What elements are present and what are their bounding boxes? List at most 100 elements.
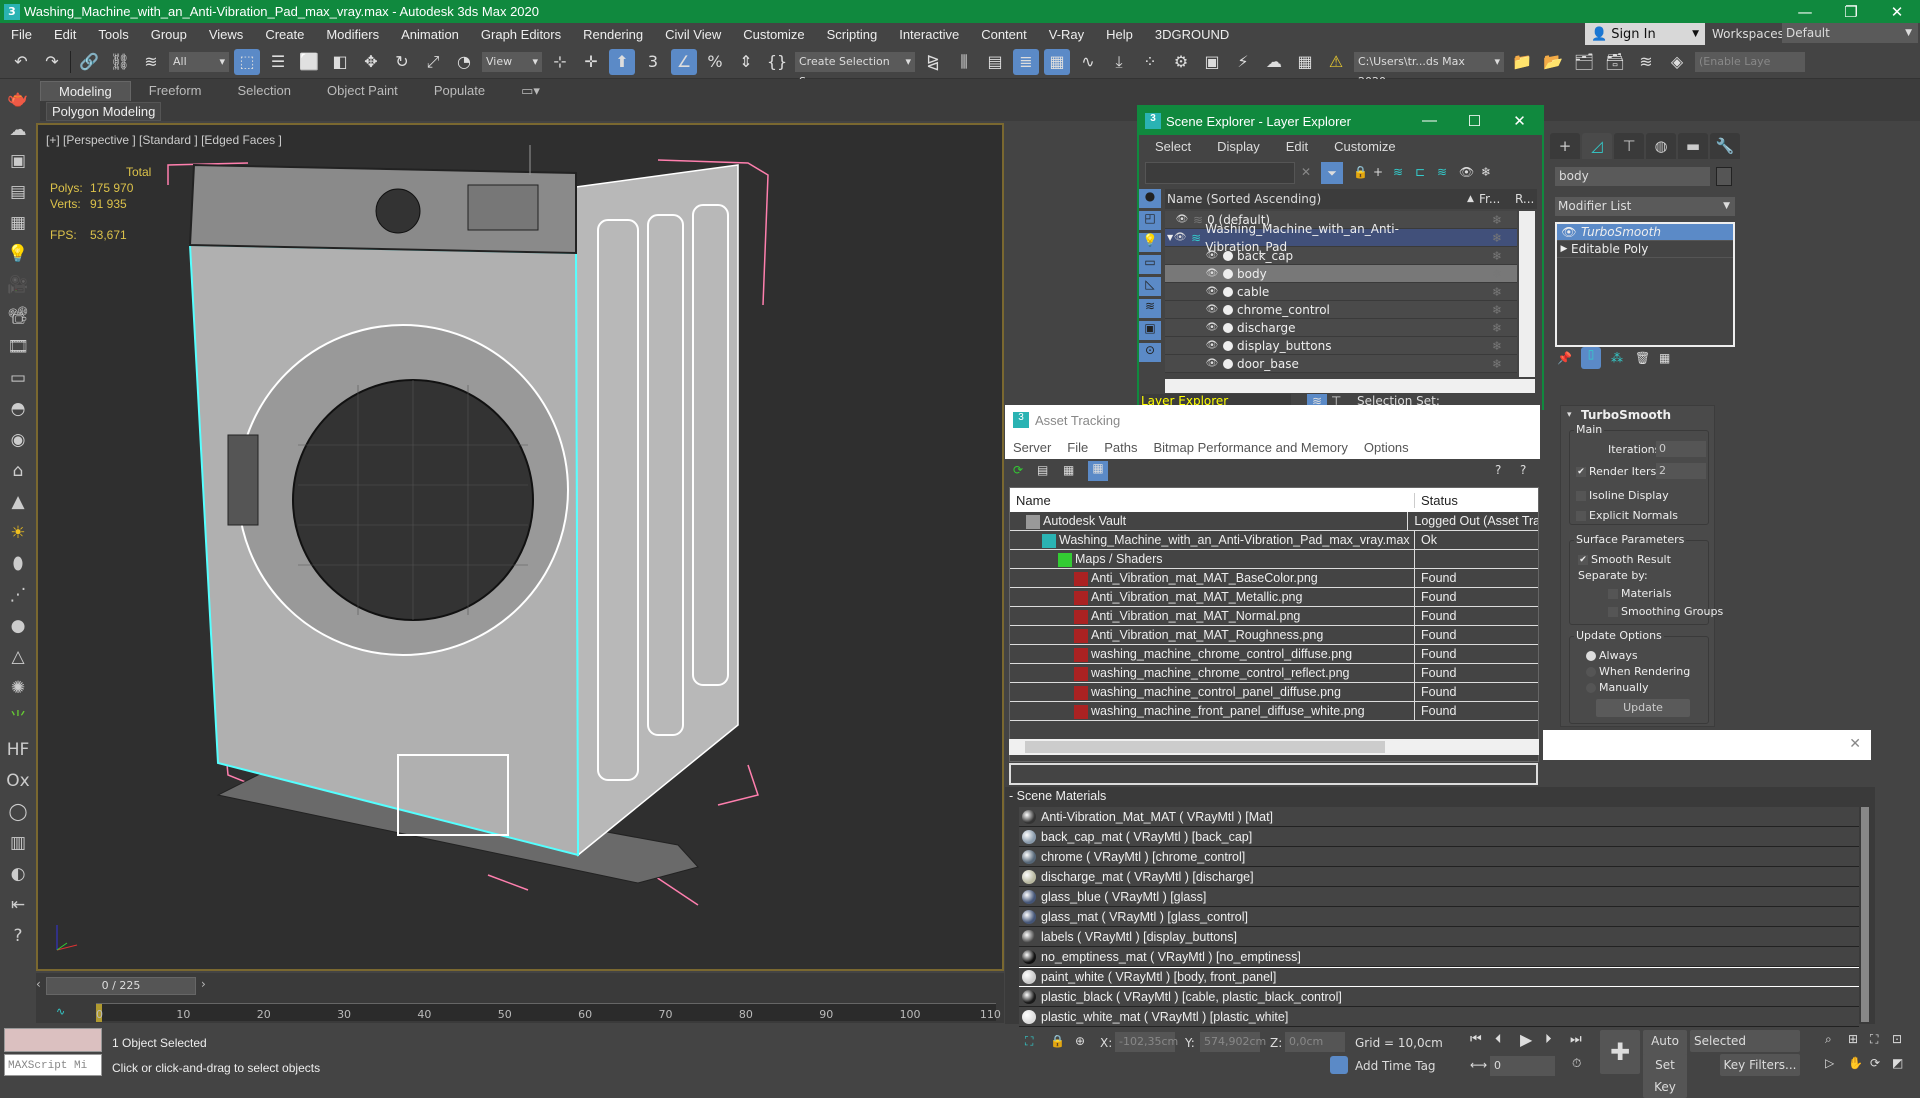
freeze-icon[interactable]: ❄ (1477, 229, 1517, 247)
close-button[interactable]: ✕ (1874, 3, 1920, 21)
proxy-icon[interactable]: △ (5, 645, 31, 669)
close-icon[interactable]: ✕ (1849, 736, 1861, 752)
selection-lock-icon[interactable]: 🔒 (1050, 1034, 1065, 1048)
maxscript-listener-output[interactable] (4, 1028, 102, 1052)
curve-editor-icon[interactable]: ∿ (1075, 49, 1101, 75)
se-menu-edit[interactable]: Edit (1270, 139, 1318, 154)
minimize-button[interactable]: — (1407, 112, 1452, 130)
status-column-header[interactable]: Status (1415, 493, 1458, 508)
hair-farm-icon[interactable]: HF (5, 738, 31, 762)
orbit-icon[interactable]: ⟳ (1870, 1056, 1880, 1070)
camera-icon[interactable]: 🎥 (5, 273, 31, 297)
menu-rendering[interactable]: Rendering (572, 27, 654, 42)
stack-item-editable-poly[interactable]: ▶ Editable Poly (1557, 241, 1733, 258)
schematic-view-icon[interactable]: ⤓ (1106, 49, 1132, 75)
ribbon-tab-populate[interactable]: Populate (416, 81, 503, 101)
visibility-eye-icon[interactable]: 👁 (1205, 319, 1219, 337)
update-button[interactable]: Update (1596, 699, 1690, 717)
pivot-center-icon[interactable]: ⊹ (547, 49, 573, 75)
menu-3dground[interactable]: 3DGROUND (1144, 27, 1240, 42)
expand-icon[interactable]: ▶ (1557, 241, 1571, 257)
x-coordinate-field[interactable]: -102,35cm (1115, 1032, 1178, 1052)
plane-icon[interactable]: ⋰ (5, 583, 31, 607)
render-iters-spinner[interactable]: 2 (1656, 463, 1706, 479)
add-time-tag[interactable]: Add Time Tag (1355, 1059, 1436, 1073)
asset-row[interactable]: Autodesk Vault Logged Out (Asset Tra (1010, 512, 1538, 531)
menu-help[interactable]: Help (1095, 27, 1144, 42)
select-place-icon[interactable]: ◔ (451, 49, 477, 75)
menu-tools[interactable]: Tools (87, 27, 139, 42)
absolute-mode-icon[interactable]: ⊕ (1075, 1034, 1085, 1048)
tree-view-icon[interactable]: ▦ (1063, 463, 1074, 477)
at-menu-server[interactable]: Server (1005, 440, 1059, 455)
asset-horizontal-scrollbar[interactable] (1009, 739, 1539, 755)
asset-row[interactable]: Anti_Vibration_mat_MAT_Normal.png Found (1010, 607, 1538, 626)
window-crossing-icon[interactable]: ◧ (327, 49, 353, 75)
snaps-toggle-icon[interactable]: 3 (640, 49, 666, 75)
camera-target-icon[interactable]: 📽 (5, 304, 31, 328)
layers-icon[interactable]: ≋ (1437, 165, 1447, 179)
freeze-icon[interactable]: ❄ (1477, 355, 1517, 373)
menu-views[interactable]: Views (198, 27, 254, 42)
spinner-snap-icon[interactable]: ⇕ (733, 49, 759, 75)
ies-light-icon[interactable]: ▲ (5, 490, 31, 514)
isolate-selection-icon[interactable]: ⛶ (1025, 1034, 1033, 1049)
visibility-eye-icon[interactable]: 👁 (1205, 265, 1219, 283)
asset-row[interactable]: washing_machine_chrome_control_reflect.p… (1010, 664, 1538, 683)
render-setup-icon[interactable]: ⚙ (1168, 49, 1194, 75)
zoom-all-icon[interactable]: ⊞ (1848, 1032, 1858, 1046)
go-to-end-icon[interactable]: ⏭ (1570, 1032, 1582, 1047)
scene-tree-row[interactable]: 👁 door_base ❄ (1165, 355, 1517, 373)
se-menu-select[interactable]: Select (1139, 139, 1201, 154)
clear-search-icon[interactable]: ✕ (1301, 165, 1311, 179)
display-helpers-icon[interactable]: ◺ (1139, 277, 1161, 296)
render-gallery-icon[interactable]: ▦ (1292, 49, 1318, 75)
rectangular-selection-icon[interactable]: ⬜ (296, 49, 322, 75)
material-row[interactable]: labels ( VRayMtl ) [display_buttons] (1019, 927, 1859, 947)
material-row[interactable]: plastic_black ( VRayMtl ) [cable, plasti… (1019, 987, 1859, 1007)
asset-row[interactable]: washing_machine_chrome_control_diffuse.p… (1010, 645, 1538, 664)
rollout-title[interactable]: TurboSmooth (1581, 408, 1671, 422)
remove-modifier-icon[interactable]: 🗑 (1635, 351, 1650, 365)
freeze-icon[interactable]: ❄ (1477, 283, 1517, 301)
hierarchy-icon[interactable]: ⊏ (1415, 165, 1425, 179)
dome-light-icon[interactable]: ◓ (5, 397, 31, 421)
material-row[interactable]: paint_white ( VRayMtl ) [body, front_pan… (1019, 967, 1859, 987)
time-tag-icon[interactable] (1330, 1056, 1348, 1074)
material-sphere-icon[interactable]: ◯ (5, 800, 31, 824)
smoothing-groups-checkbox[interactable]: Smoothing Groups (1608, 605, 1723, 618)
fur-icon[interactable]: ⺌ (5, 707, 31, 731)
collapse-rollout-icon[interactable]: ▾ (1567, 410, 1572, 420)
toggle-layer-explorer-icon[interactable]: ≣ (1013, 48, 1039, 75)
blob-icon[interactable]: ● (5, 614, 31, 638)
material-row[interactable]: Anti-Vibration_Mat_MAT ( VRayMtl ) [Mat] (1019, 807, 1859, 827)
when-rendering-radio[interactable]: When Rendering (1586, 665, 1690, 678)
asset-row[interactable]: Maps / Shaders (1010, 550, 1538, 569)
ambient-light-icon[interactable]: ⬮ (5, 552, 31, 576)
field-of-view-icon[interactable]: ▷ (1825, 1056, 1834, 1070)
material-row[interactable]: chrome ( VRayMtl ) [chrome_control] (1019, 847, 1859, 867)
help-icon[interactable]: ? (5, 924, 31, 948)
key-filters-button[interactable]: Key Filters... (1720, 1054, 1800, 1076)
visibility-eye-icon[interactable]: 👁 (1175, 211, 1189, 229)
plane-light-icon[interactable]: ▭ (5, 366, 31, 390)
scene-explorer-horizontal-scrollbar[interactable] (1165, 379, 1535, 393)
name-column-header[interactable]: Name (Sorted Ascending) (1167, 189, 1321, 209)
zoom-extents-icon[interactable]: ⛶ (1870, 1032, 1878, 1047)
context-help-icon[interactable]: ? (1520, 463, 1526, 477)
next-frame-icon[interactable]: ⏵ (1545, 1032, 1552, 1047)
go-to-start-icon[interactable]: ⏮ (1470, 1032, 1482, 1047)
select-by-name-icon[interactable]: ☰ (265, 49, 291, 75)
layer-add-selected-icon[interactable]: ≋ (1393, 165, 1403, 179)
at-menu-options[interactable]: Options (1356, 440, 1417, 455)
freeze-icon[interactable]: ❄ (1477, 265, 1517, 283)
modify-tab-icon[interactable]: ◿ (1582, 133, 1612, 159)
pan-icon[interactable]: ✋ (1848, 1056, 1863, 1070)
iterations-spinner[interactable]: 0 (1656, 441, 1706, 457)
eye-icon[interactable]: 👁 (1557, 224, 1581, 240)
scene-tree-row[interactable]: 👁 back_cap ❄ (1165, 247, 1517, 265)
maxscript-mini-listener[interactable]: MAXScript Mi (4, 1054, 102, 1076)
ribbon-tab-selection[interactable]: Selection (220, 81, 309, 101)
scene-tree-row[interactable]: 👁 body ❄ (1165, 265, 1517, 283)
render-column-header[interactable]: R... (1515, 189, 1534, 209)
